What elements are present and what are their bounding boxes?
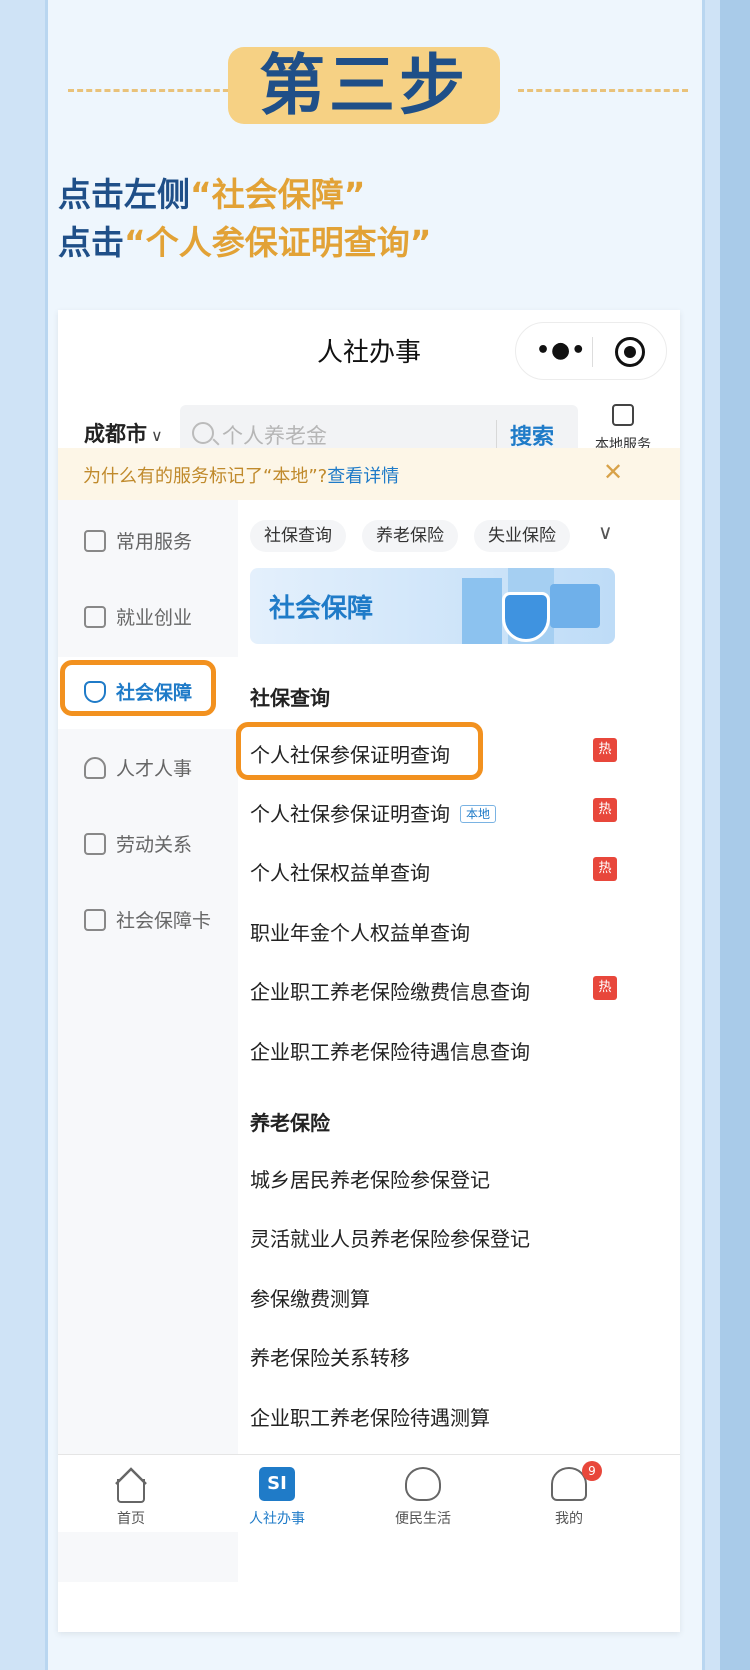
card-graphic: [550, 584, 600, 628]
list-item[interactable]: 城乡居民养老保险参保登记: [250, 1164, 490, 1193]
background-stripe: [720, 0, 750, 1670]
more-icon[interactable]: •●•: [536, 338, 586, 364]
list-item[interactable]: 个人社保权益单查询: [250, 857, 430, 886]
banner-title: 社会保障: [269, 594, 374, 624]
sidebar-item-labor[interactable]: 劳动关系: [84, 830, 192, 860]
dashed-divider-left: [68, 89, 238, 92]
notice-text: 为什么有的服务标记了“本地”?: [83, 466, 328, 487]
search-icon: [192, 422, 214, 444]
local-tag: 本地: [460, 805, 497, 823]
local-service-toggle[interactable]: 本地服务: [588, 404, 658, 454]
list-item[interactable]: 参保缴费测算: [250, 1283, 370, 1312]
handshake-icon: [405, 1467, 441, 1501]
si-icon: SI: [259, 1467, 295, 1501]
chip-social-query[interactable]: 社保查询: [250, 520, 346, 552]
tab-mine[interactable]: 9 我的: [496, 1455, 642, 1533]
instruction-line-2: 点击“个人参保证明查询”: [58, 223, 432, 262]
list-item[interactable]: 职业年金个人权益单查询: [250, 917, 470, 946]
dashed-divider-right: [518, 89, 688, 92]
highlight-box-sidebar: [60, 660, 216, 716]
search-divider: [496, 420, 497, 450]
category-banner: 社会保障: [250, 568, 615, 644]
search-button[interactable]: 搜索: [510, 419, 554, 451]
tab-services[interactable]: SI 人社办事: [204, 1455, 350, 1533]
list-item[interactable]: 个人社保参保证明查询 本地: [250, 798, 497, 827]
bottom-tab-bar: 首页 SI 人社办事 便民生活 9 我的: [58, 1454, 680, 1532]
mini-program-capsule: •●•: [515, 322, 667, 380]
step-badge: 第三步: [228, 47, 500, 124]
person-icon: [84, 757, 106, 779]
sidebar-item-talent[interactable]: 人才人事: [84, 754, 192, 784]
section-title: 社保查询: [250, 686, 330, 710]
notice-details-link[interactable]: 查看详情: [327, 466, 399, 487]
list-item[interactable]: 灵活就业人员养老保险参保登记: [250, 1223, 530, 1252]
section-title: 养老保险: [250, 1111, 330, 1135]
app-screenshot: 人社办事 •●• 成都市 ∨ 个人养老金 搜索 本地服务 为什么有的服务标记了“本…: [58, 310, 680, 1632]
chevron-down-icon[interactable]: ∨: [598, 520, 613, 544]
instruction-line-1: 点击左侧“社会保障”: [58, 175, 366, 214]
chip-pension[interactable]: 养老保险: [362, 520, 458, 552]
building-graphic: [462, 578, 502, 644]
capsule-divider: [592, 337, 593, 367]
chevron-down-icon: ∨: [151, 426, 163, 445]
list-item[interactable]: 企业职工养老保险待遇测算: [250, 1402, 490, 1431]
highlight-box-item: [236, 722, 483, 780]
shield-icon: [502, 592, 550, 642]
hot-badge: 热: [593, 738, 617, 762]
hot-badge: 热: [593, 976, 617, 1000]
chip-unemployment[interactable]: 失业保险: [474, 520, 570, 552]
home-icon-body: [117, 1479, 145, 1503]
hot-badge: 热: [593, 857, 617, 881]
grid-icon: [84, 530, 106, 552]
list-item[interactable]: 企业职工养老保险缴费信息查询: [250, 976, 530, 1005]
badge-icon: [84, 833, 106, 855]
notice-bar: 为什么有的服务标记了“本地”?查看详情 ✕: [58, 448, 680, 500]
tab-life[interactable]: 便民生活: [350, 1455, 496, 1533]
city-selector[interactable]: 成都市 ∨: [84, 418, 163, 448]
hot-badge: 热: [593, 798, 617, 822]
close-icon[interactable]: ✕: [603, 458, 623, 486]
close-target-icon[interactable]: [615, 337, 645, 367]
list-item[interactable]: 养老保险关系转移: [250, 1342, 410, 1371]
sidebar-item-ss-card[interactable]: 社会保障卡: [84, 906, 211, 936]
search-input[interactable]: 个人养老金: [222, 420, 327, 450]
list-item[interactable]: 企业职工养老保险待遇信息查询: [250, 1036, 530, 1065]
briefcase-icon: [84, 606, 106, 628]
tab-home[interactable]: 首页: [58, 1455, 204, 1533]
id-card-icon: [84, 909, 106, 931]
sidebar-item-employment[interactable]: 就业创业: [84, 603, 192, 633]
notification-badge: 9: [582, 1461, 602, 1481]
sidebar-item-common[interactable]: 常用服务: [84, 527, 192, 557]
checkbox-icon[interactable]: [612, 404, 634, 426]
